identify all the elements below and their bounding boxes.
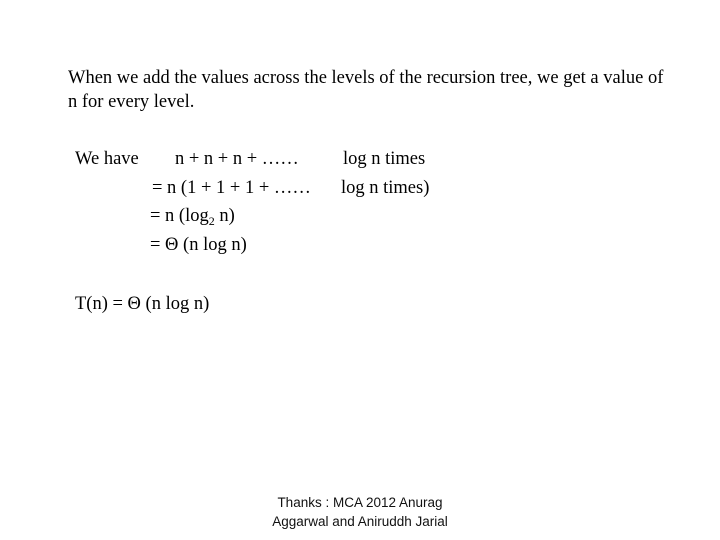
derivation-line-1: n + n + n + …… xyxy=(175,149,299,169)
derivation-line-3: = n (log2 n) xyxy=(150,204,235,228)
derivation-line-3-prefix: = n (log xyxy=(150,206,209,226)
result-equation: T(n) = Θ (n log n) xyxy=(75,294,210,314)
credits: Thanks : MCA 2012 Anurag Aggarwal and An… xyxy=(262,493,458,531)
derivation-line-4: = Θ (n log n) xyxy=(150,235,247,255)
intro-paragraph: When we add the values across the levels… xyxy=(68,68,664,112)
derivation-line-3-suffix: n) xyxy=(214,206,235,226)
credits-line-1: Thanks : MCA 2012 Anurag xyxy=(277,495,443,510)
derivation-line-2-suffix: log n times) xyxy=(341,178,430,198)
derivation-line-1-suffix: log n times xyxy=(343,149,426,169)
derivation-label: We have xyxy=(75,149,139,169)
slide: When we add the values across the levels… xyxy=(0,0,720,540)
derivation-line-2: = n (1 + 1 + 1 + …… xyxy=(152,178,311,198)
credits-line-2: Aggarwal and Aniruddh Jarial xyxy=(272,514,448,529)
